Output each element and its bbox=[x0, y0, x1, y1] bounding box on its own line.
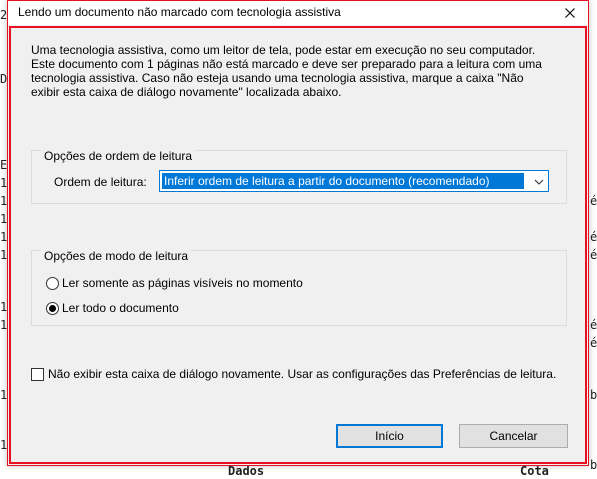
reading-order-group-title: Opções de ordem de leitura bbox=[41, 149, 196, 163]
bg-right-char: é bbox=[590, 318, 597, 332]
close-icon bbox=[565, 8, 575, 18]
reading-order-select[interactable]: Inferir ordem de leitura a partir do doc… bbox=[159, 170, 549, 192]
reading-order-label: Ordem de leitura: bbox=[54, 175, 147, 189]
dialog-titlebar[interactable]: Lendo um documento não marcado com tecno… bbox=[8, 1, 588, 25]
dialog-client-area: Uma tecnologia assistiva, como um leitor… bbox=[9, 26, 587, 464]
cancel-button[interactable]: Cancelar bbox=[459, 424, 568, 448]
close-button[interactable] bbox=[558, 2, 582, 24]
radio-button[interactable] bbox=[46, 301, 59, 315]
reading-mode-group: Opções de modo de leitura Ler somente as… bbox=[31, 249, 567, 326]
bg-right-char: b bbox=[590, 458, 597, 472]
bg-right-char: é bbox=[590, 230, 597, 244]
bg-right-char: é bbox=[590, 336, 597, 350]
dont-show-again-checkbox[interactable] bbox=[31, 367, 44, 381]
intro-text: Uma tecnologia assistiva, como um leitor… bbox=[31, 43, 542, 99]
radio-entire-document[interactable]: Ler todo o documento bbox=[46, 300, 179, 316]
radio-label: Ler todo o documento bbox=[62, 301, 179, 315]
bg-right-char: é bbox=[590, 194, 597, 208]
dialog-title: Lendo um documento não marcado com tecno… bbox=[18, 5, 341, 19]
radio-button[interactable] bbox=[46, 276, 59, 290]
dont-show-again-label: Não exibir esta caixa de diálogo novamen… bbox=[48, 367, 557, 381]
bg-right-char: é bbox=[590, 248, 597, 262]
bg-bottom-fragment: Dados bbox=[228, 464, 265, 478]
chevron-down-icon bbox=[534, 176, 544, 190]
reading-mode-group-title: Opções de modo de leitura bbox=[41, 249, 192, 263]
bg-right-char: b bbox=[590, 388, 597, 402]
dont-show-again-checkbox-row[interactable]: Não exibir esta caixa de diálogo novamen… bbox=[31, 366, 556, 382]
start-button[interactable]: Início bbox=[336, 424, 443, 448]
reading-untagged-dialog: Lendo um documento não marcado com tecno… bbox=[7, 0, 589, 466]
reading-order-selected-value: Inferir ordem de leitura a partir do doc… bbox=[162, 173, 524, 189]
radio-label: Ler somente as páginas visíveis no momen… bbox=[62, 276, 303, 290]
bg-bottom-fragment: Cota bbox=[520, 464, 549, 478]
reading-order-group: Opções de ordem de leitura Ordem de leit… bbox=[31, 149, 567, 204]
radio-visible-pages[interactable]: Ler somente as páginas visíveis no momen… bbox=[46, 275, 303, 291]
